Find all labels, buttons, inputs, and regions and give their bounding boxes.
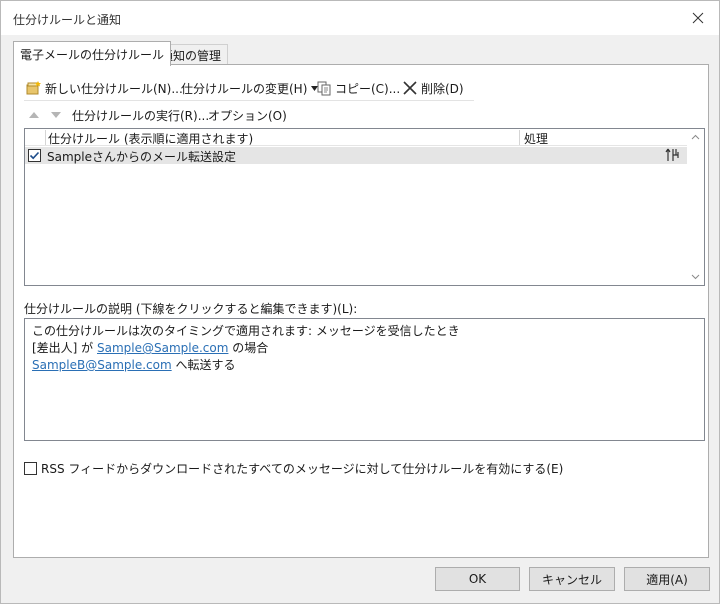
options-button[interactable]: オプション(O): [208, 106, 287, 124]
dialog-title: 仕分けルールと通知: [13, 13, 122, 27]
description-line-trigger: この仕分けルールは次のタイミングで適用されます: メッセージを受信したとき: [32, 323, 697, 340]
column-header-action[interactable]: 処理: [519, 130, 687, 146]
copy-label: コピー(C)...: [335, 81, 401, 96]
description-action-suffix: へ転送する: [171, 358, 236, 372]
rules-list-header: 仕分けルール (表示順に適用されます) 処理: [25, 129, 687, 146]
tab-email-rules[interactable]: 電子メールの仕分けルール: [13, 41, 172, 66]
options-label: オプション(O): [208, 108, 287, 123]
new-rule-icon: [26, 81, 41, 95]
apply-button[interactable]: 適用(A): [624, 567, 710, 591]
checkmark-icon: [29, 151, 40, 160]
run-rules-button[interactable]: 仕分けルールの実行(R)...: [72, 106, 209, 124]
rule-row[interactable]: Sampleさんからのメール転送設定: [25, 147, 687, 164]
move-down-arrow-icon[interactable]: [50, 109, 62, 121]
rss-rules-checkbox[interactable]: [24, 462, 37, 475]
rules-list-scrollbar[interactable]: [687, 129, 704, 285]
close-icon: [692, 12, 704, 24]
rules-and-alerts-dialog: 仕分けルールと通知 電子メールの仕分けルール 通知の管理 新しい仕分けルール(N…: [0, 0, 720, 604]
ok-button[interactable]: OK: [435, 567, 520, 591]
cancel-button[interactable]: キャンセル: [529, 567, 615, 591]
rules-toolbar-secondary: 仕分けルールの実行(R)... オプション(O): [24, 105, 474, 127]
change-rule-button[interactable]: 仕分けルールの変更(H): [181, 79, 319, 97]
run-rules-label: 仕分けルールの実行(R)...: [72, 108, 210, 123]
copy-icon: [317, 81, 331, 96]
new-rule-button[interactable]: 新しい仕分けルール(N)...: [26, 79, 183, 97]
rule-description-box: この仕分けルールは次のタイミングで適用されます: メッセージを受信したとき [差…: [24, 318, 705, 441]
description-line-action: SampleB@Sample.com へ転送する: [32, 357, 697, 374]
scroll-up-icon[interactable]: [690, 132, 701, 143]
forward-action-icon: [665, 148, 679, 161]
rule-description-label: 仕分けルールの説明 (下線をクリックすると編集できます)(L):: [24, 302, 358, 316]
delete-rule-button[interactable]: 削除(D): [402, 79, 464, 97]
email-rules-panel: 新しい仕分けルール(N)... 仕分けルールの変更(H) コピー(C)... 削…: [13, 64, 709, 558]
sender-address-link[interactable]: Sample@Sample.com: [97, 341, 228, 355]
title-bar: 仕分けルールと通知: [1, 1, 719, 35]
column-header-rule[interactable]: 仕分けルール (表示順に適用されます): [45, 130, 253, 146]
scroll-down-icon[interactable]: [690, 271, 701, 282]
rss-rules-label: RSS フィードからダウンロードされたすべてのメッセージに対して仕分けルールを有…: [41, 462, 564, 476]
description-condition-suffix: の場合: [228, 341, 269, 355]
description-condition-prefix: [差出人] が: [32, 341, 97, 355]
rule-enabled-checkbox[interactable]: [28, 149, 41, 162]
rules-toolbar: 新しい仕分けルール(N)... 仕分けルールの変更(H) コピー(C)... 削…: [24, 75, 474, 101]
description-trigger-text: この仕分けルールは次のタイミングで適用されます: メッセージを受信したとき: [32, 324, 460, 338]
description-line-condition: [差出人] が Sample@Sample.com の場合: [32, 340, 697, 357]
forward-address-link[interactable]: SampleB@Sample.com: [32, 358, 172, 372]
rss-rules-option[interactable]: RSS フィードからダウンロードされたすべてのメッセージに対して仕分けルールを有…: [24, 460, 563, 477]
delete-x-icon: [403, 81, 417, 95]
move-up-arrow-icon[interactable]: [28, 109, 40, 121]
change-rule-label: 仕分けルールの変更(H): [181, 81, 308, 96]
rules-list: 仕分けルール (表示順に適用されます) 処理 Sampleさんからのメール転送設…: [24, 128, 705, 286]
copy-rule-button[interactable]: コピー(C)...: [316, 79, 400, 97]
rule-name: Sampleさんからのメール転送設定: [47, 150, 236, 164]
delete-label: 削除(D): [421, 81, 464, 96]
close-button[interactable]: [685, 6, 711, 30]
new-rule-label: 新しい仕分けルール(N)...: [45, 81, 183, 96]
